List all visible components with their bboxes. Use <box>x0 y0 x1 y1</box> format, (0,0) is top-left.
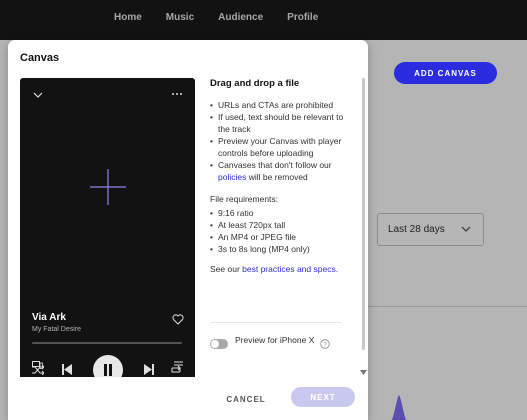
policy-prefix: Canvases that don't follow our <box>218 160 332 170</box>
list-item: 9:16 ratio <box>210 207 352 219</box>
pause-button[interactable] <box>93 355 123 377</box>
nav-profile[interactable]: Profile <box>287 12 318 23</box>
more-icon[interactable] <box>171 92 183 96</box>
scrollbar[interactable] <box>362 78 365 350</box>
player-controls <box>20 355 195 377</box>
date-range-select[interactable]: Last 28 days <box>377 213 484 246</box>
heart-icon[interactable] <box>172 314 184 325</box>
best-practices-note: See our best practices and specs. <box>210 263 352 275</box>
iphone-preview-toggle[interactable] <box>210 339 228 349</box>
scroll-down-icon[interactable] <box>360 370 367 375</box>
list-item: Canvases that don't follow our policies … <box>210 159 352 183</box>
track-title: Via Ark <box>32 312 66 323</box>
list-item: If used, text should be relevant to the … <box>210 111 352 135</box>
queue-icon[interactable] <box>174 361 183 369</box>
requirements-title: File requirements: <box>210 194 279 204</box>
rules-list: URLs and CTAs are prohibited If used, te… <box>210 99 352 183</box>
policies-link[interactable]: policies <box>218 172 246 182</box>
canvas-preview-player: Via Ark My Fatal Desire <box>20 78 195 377</box>
next-button[interactable]: NEXT <box>291 387 355 407</box>
chart-peak <box>391 395 407 420</box>
top-navigation-bar: Home Music Audience Profile <box>0 0 527 40</box>
add-canvas-button[interactable]: ADD CANVAS <box>394 62 497 84</box>
chevron-down-icon <box>461 226 471 232</box>
best-practices-link[interactable]: best practices and specs. <box>242 264 338 274</box>
svg-text:?: ? <box>323 342 327 348</box>
iphone-preview-label: Preview for iPhone X <box>235 335 315 345</box>
date-range-value: Last 28 days <box>388 224 445 235</box>
list-item: Preview your Canvas with player controls… <box>210 135 352 159</box>
main-nav: Home Music Audience Profile <box>114 12 318 23</box>
pause-icon <box>104 364 107 376</box>
upload-instructions: Drag and drop a file URLs and CTAs are p… <box>210 78 352 275</box>
progress-bar[interactable] <box>32 342 182 344</box>
nav-audience[interactable]: Audience <box>218 12 263 23</box>
nav-home[interactable]: Home <box>114 12 142 23</box>
canvas-modal: Canvas Via Ark My Fatal Desire Drag and … <box>8 40 368 420</box>
list-item: At least 720px tall <box>210 219 352 231</box>
cancel-button[interactable]: CANCEL <box>221 390 271 408</box>
nav-music[interactable]: Music <box>166 12 194 23</box>
previous-icon[interactable] <box>62 364 72 375</box>
divider <box>210 322 342 323</box>
divider <box>368 306 527 307</box>
drop-heading: Drag and drop a file <box>210 78 300 89</box>
best-prefix: See our <box>210 264 240 274</box>
chevron-down-icon[interactable] <box>33 91 43 99</box>
next-icon[interactable] <box>144 364 154 375</box>
policy-suffix: will be removed <box>248 172 308 182</box>
plus-icon[interactable] <box>90 169 126 205</box>
help-icon[interactable]: ? <box>320 339 330 349</box>
requirements-list: 9:16 ratio At least 720px tall An MP4 or… <box>210 207 352 255</box>
list-item: 3s to 8s long (MP4 only) <box>210 243 352 255</box>
list-item: An MP4 or JPEG file <box>210 231 352 243</box>
track-artist: My Fatal Desire <box>32 326 82 333</box>
modal-title: Canvas <box>20 52 60 64</box>
devices-icon[interactable] <box>32 361 43 369</box>
list-item: URLs and CTAs are prohibited <box>210 99 352 111</box>
